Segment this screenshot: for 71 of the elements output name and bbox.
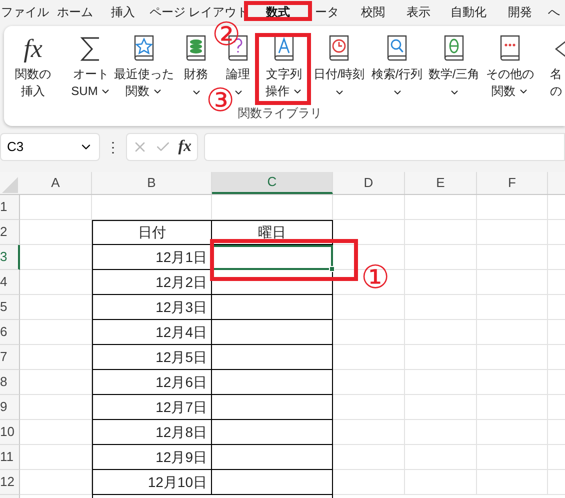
formula-input[interactable] [204, 133, 565, 161]
row-header[interactable]: 2 [0, 220, 20, 245]
column-header[interactable]: A [20, 172, 92, 194]
menu-tab[interactable]: 数式 [266, 3, 290, 21]
function-glyph: fx [24, 34, 42, 64]
table-cell[interactable]: 12月3日 [92, 295, 212, 320]
table-cell[interactable]: 日付 [92, 220, 212, 245]
table-cell[interactable] [212, 395, 333, 420]
step-marker: ③ [206, 82, 235, 118]
table-cell[interactable] [212, 345, 333, 370]
table-cell[interactable] [212, 320, 333, 345]
table-cell[interactable]: 12月4日 [92, 320, 212, 345]
table-cell[interactable]: 12月2日 [92, 270, 212, 295]
table-cell[interactable] [212, 295, 333, 320]
row-header[interactable]: 8 [0, 370, 20, 395]
ribbon-button[interactable]: 数学/三角 [426, 28, 482, 98]
table-cell[interactable]: 12月6日 [92, 370, 212, 395]
menu-tab[interactable]: 開発 [508, 3, 532, 21]
step-marker: ① [361, 259, 390, 295]
ribbon-button[interactable]: その他の 関数 [482, 28, 538, 100]
ribbon-button[interactable]: 最近使った 関数 [114, 28, 174, 100]
menu-tab[interactable]: へ [548, 3, 560, 21]
table-cell[interactable]: 12月10日 [92, 470, 212, 495]
row-header[interactable]: 12 [0, 470, 20, 495]
row-header[interactable]: 11 [0, 445, 20, 470]
insert-function-button[interactable]: fx [178, 135, 192, 159]
ribbon-button[interactable]: 日付/時刻 [310, 28, 368, 98]
more-glyph[interactable]: ⋮ [106, 136, 120, 158]
highlight-frame [244, 1, 312, 21]
table-cell[interactable] [212, 245, 333, 270]
menu-tab[interactable]: ータ [315, 3, 339, 21]
row-header[interactable]: 5 [0, 295, 20, 320]
cell-reference: C3 [7, 138, 24, 156]
table-cell[interactable]: 12月8日 [92, 420, 212, 445]
column-header[interactable]: F [477, 172, 548, 194]
column-header[interactable]: E [405, 172, 477, 194]
table-cell[interactable] [212, 420, 333, 445]
group-label: 関数ライブラリ [238, 106, 322, 120]
menu-tab[interactable]: 表示 [406, 3, 430, 21]
name-box[interactable]: C3 [0, 133, 100, 161]
menu-tab[interactable]: 挿入 [111, 3, 135, 21]
table-cell[interactable] [212, 270, 333, 295]
row-header[interactable]: 3 [0, 245, 20, 270]
menu-tab[interactable]: 校閲 [361, 3, 385, 21]
table-cell[interactable]: 12月7日 [92, 395, 212, 420]
table-cell[interactable] [212, 470, 333, 495]
ribbon-button[interactable]: 文字列 操作 [258, 28, 310, 100]
row-header[interactable]: 1 [0, 195, 20, 220]
table-cell[interactable]: 12月1日 [92, 245, 212, 270]
menu-tab[interactable]: ファイル [1, 3, 49, 21]
table-cell[interactable]: 12月9日 [92, 445, 212, 470]
column-header[interactable]: D [333, 172, 405, 194]
highlight-frame [255, 33, 311, 105]
ribbon-button[interactable]: オート SUM [68, 28, 114, 100]
column-header[interactable]: C [212, 172, 333, 194]
row-header[interactable]: 9 [0, 395, 20, 420]
row-header[interactable]: 6 [0, 320, 20, 345]
table-cell[interactable]: 12月5日 [92, 345, 212, 370]
table-cell[interactable] [212, 445, 333, 470]
ribbon-button[interactable]: 検索/行列 [368, 28, 426, 98]
row-header[interactable]: 7 [0, 345, 20, 370]
row-header[interactable]: 10 [0, 420, 20, 445]
menu-tab[interactable]: ホーム [57, 3, 93, 21]
ribbon-button[interactable]: 名 の [550, 28, 565, 100]
table-cell[interactable] [212, 370, 333, 395]
step-marker: ② [212, 16, 241, 52]
table-cell[interactable]: 曜日 [212, 220, 333, 245]
menu-tab[interactable]: 自動化 [450, 3, 486, 21]
ribbon-button[interactable]: fx 関数の 挿入 [10, 28, 56, 100]
row-header[interactable]: 4 [0, 270, 20, 295]
fill-handle[interactable] [329, 266, 335, 272]
